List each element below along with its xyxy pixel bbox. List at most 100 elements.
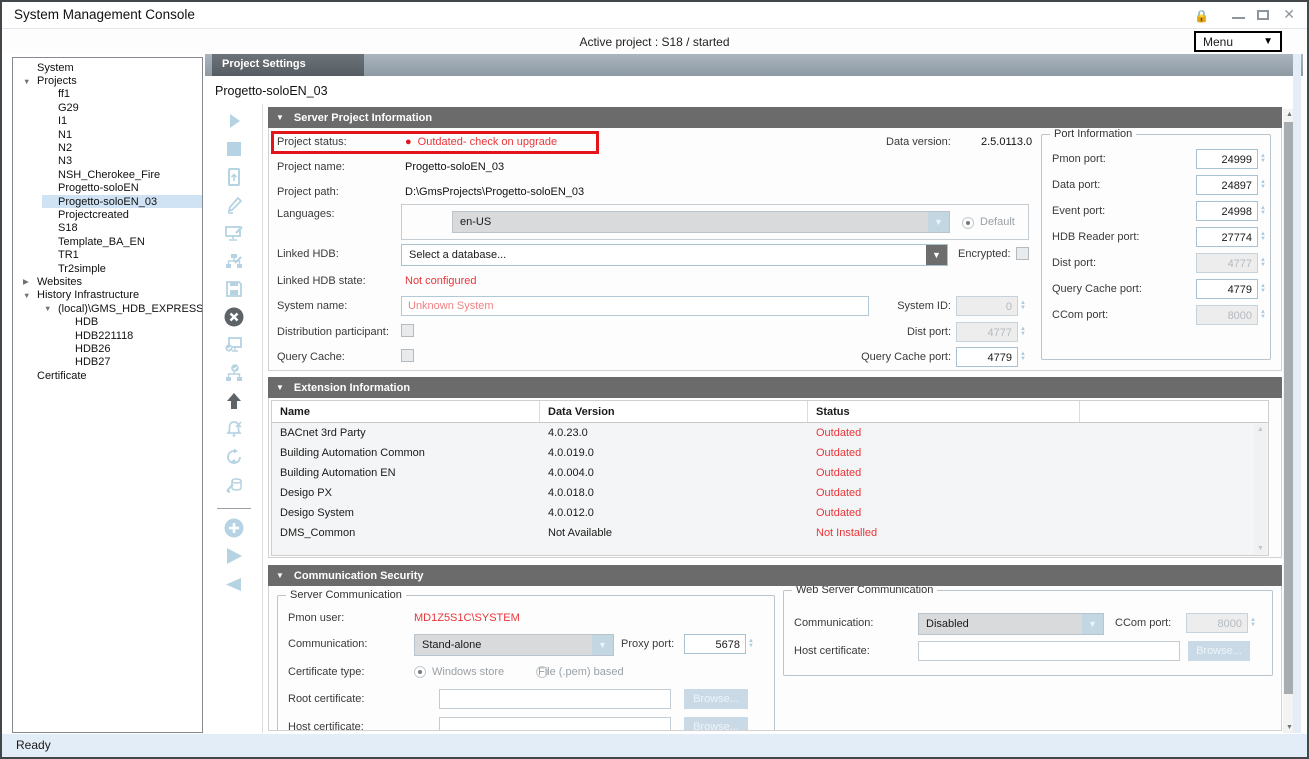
- spinner-arrows-icon[interactable]: ▲▼: [1248, 618, 1256, 628]
- maximize-button[interactable]: [1257, 10, 1269, 20]
- encrypted-checkbox[interactable]: [1016, 247, 1029, 260]
- host-certificate-input[interactable]: [439, 717, 671, 731]
- spinner-arrows-icon[interactable]: ▲▼: [1258, 232, 1266, 242]
- server-communication-dropdown[interactable]: Stand-alone ▼: [414, 634, 614, 656]
- dropdown-arrow-icon[interactable]: ▼: [928, 212, 949, 232]
- tree-item-certificate[interactable]: Certificate: [13, 369, 202, 382]
- edit-system-icon[interactable]: [222, 222, 246, 244]
- root-certificate-browse-button[interactable]: Browse...: [684, 689, 748, 709]
- tree-item-progetto-soloen[interactable]: Progetto-soloEN: [13, 182, 202, 195]
- tree-item-projectcreated[interactable]: Projectcreated: [13, 208, 202, 221]
- start-icon[interactable]: [222, 110, 246, 132]
- upgrade-project-icon[interactable]: [222, 390, 246, 412]
- tree-item-i1[interactable]: I1: [13, 115, 202, 128]
- dropdown-arrow-icon[interactable]: ▼: [926, 245, 947, 265]
- tree-item-websites[interactable]: ▶Websites: [13, 275, 202, 288]
- spinner-arrows-icon[interactable]: ▲▼: [1258, 258, 1266, 268]
- activate-icon[interactable]: [222, 545, 246, 567]
- tree-item-projects[interactable]: ▼Projects: [13, 74, 202, 87]
- event-port-spinner[interactable]: 24998▲▼: [1196, 201, 1266, 221]
- tree-item-nsh-cherokee-fire[interactable]: NSH_Cherokee_Fire: [13, 168, 202, 181]
- expander-down-icon[interactable]: ▼: [42, 304, 58, 313]
- tree-item-hdb[interactable]: HDB: [13, 315, 202, 328]
- check-network-icon[interactable]: [222, 362, 246, 384]
- tree-item-s18[interactable]: S18: [13, 222, 202, 235]
- collapse-icon[interactable]: ▼: [276, 383, 284, 392]
- dist-port-group-spinner[interactable]: 4777▲▼: [1196, 253, 1266, 273]
- ccom-port-spinner[interactable]: 8000▲▼: [1196, 305, 1266, 325]
- system-name-input[interactable]: Unknown System: [401, 296, 869, 316]
- query-cache-checkbox[interactable]: [401, 349, 414, 362]
- tree-item-ff1[interactable]: ff1: [13, 88, 202, 101]
- tree-item-progetto-soloen-03-selected[interactable]: Progetto-soloEN_03: [13, 195, 202, 208]
- collapse-icon[interactable]: ▼: [276, 571, 284, 580]
- dropdown-arrow-icon[interactable]: ▼: [592, 635, 613, 655]
- edit-distribution-icon[interactable]: [222, 250, 246, 272]
- web-communication-dropdown[interactable]: Disabled ▼: [918, 613, 1104, 635]
- restore-project-icon[interactable]: [222, 166, 246, 188]
- distribution-participant-checkbox[interactable]: [401, 324, 414, 337]
- web-ccom-port-spinner[interactable]: 8000 ▲▼: [1186, 613, 1256, 633]
- dropdown-arrow-icon[interactable]: ▼: [1082, 614, 1103, 634]
- column-data-version[interactable]: Data Version: [540, 401, 808, 422]
- tab-project-settings[interactable]: Project Settings: [212, 54, 364, 76]
- linked-hdb-dropdown[interactable]: Select a database... ▼: [401, 244, 948, 266]
- expander-down-icon[interactable]: ▼: [21, 77, 37, 86]
- spinner-arrows-icon[interactable]: ▲▼: [1258, 180, 1266, 190]
- scroll-down-icon[interactable]: ▼: [1257, 545, 1264, 552]
- tree-item-n3[interactable]: N3: [13, 155, 202, 168]
- tree-item-tr2simple[interactable]: Tr2simple: [13, 262, 202, 275]
- web-host-certificate-browse-button[interactable]: Browse...: [1188, 641, 1250, 661]
- extension-information-header[interactable]: ▼ Extension Information: [268, 377, 1282, 398]
- spinner-arrows-icon[interactable]: ▲▼: [1258, 154, 1266, 164]
- hdb-reader-port-spinner[interactable]: 27774▲▼: [1196, 227, 1266, 247]
- tree-item-g29[interactable]: G29: [13, 101, 202, 114]
- tree-item-hdb26[interactable]: HDB26: [13, 342, 202, 355]
- spinner-arrows-icon[interactable]: ▲▼: [1258, 284, 1266, 294]
- tree-item-tr1[interactable]: TR1: [13, 248, 202, 261]
- tree-item-hdb27[interactable]: HDB27: [13, 356, 202, 369]
- deactivate-icon[interactable]: [222, 573, 246, 595]
- host-certificate-browse-button[interactable]: Browse...: [684, 717, 748, 731]
- dist-port-spinner[interactable]: 4777 ▲▼: [956, 322, 1026, 342]
- proxy-port-spinner[interactable]: 5678 ▲▼: [684, 634, 754, 654]
- tree-item-template-ba-en[interactable]: Template_BA_EN: [13, 235, 202, 248]
- spinner-arrows-icon[interactable]: ▲▼: [1018, 352, 1026, 362]
- close-button[interactable]: ✕: [1283, 6, 1295, 23]
- language-dropdown[interactable]: en-US ▼: [452, 211, 950, 233]
- stop-icon[interactable]: [222, 138, 246, 160]
- table-row[interactable]: Desigo PX 4.0.018.0 Outdated: [272, 483, 1268, 503]
- cancel-icon[interactable]: [222, 306, 246, 328]
- cleanup-database-icon[interactable]: [222, 474, 246, 496]
- expander-right-icon[interactable]: ▶: [21, 277, 37, 286]
- menu-dropdown[interactable]: Menu ▼: [1194, 31, 1282, 52]
- minimize-button[interactable]: [1232, 17, 1245, 19]
- spinner-arrows-icon[interactable]: ▲▼: [1018, 327, 1026, 337]
- system-id-spinner[interactable]: 0 ▲▼: [956, 296, 1026, 316]
- root-certificate-input[interactable]: [439, 689, 671, 709]
- table-row[interactable]: DMS_Common Not Available Not Installed: [272, 523, 1268, 543]
- tree-item-system[interactable]: System: [13, 61, 202, 74]
- disable-notifications-icon[interactable]: [222, 418, 246, 440]
- table-row[interactable]: Building Automation Common 4.0.019.0 Out…: [272, 443, 1268, 463]
- spinner-arrows-icon[interactable]: ▲▼: [1258, 206, 1266, 216]
- default-language-radio[interactable]: [962, 217, 974, 229]
- column-status[interactable]: Status: [808, 401, 1080, 422]
- tree-item-n1[interactable]: N1: [13, 128, 202, 141]
- table-row[interactable]: BACnet 3rd Party 4.0.23.0 Outdated: [272, 423, 1268, 443]
- scroll-up-icon[interactable]: ▲: [1257, 426, 1264, 433]
- add-icon[interactable]: [222, 517, 246, 539]
- tree-item-hdb221118[interactable]: HDB221118: [13, 329, 202, 342]
- tree-item-n2[interactable]: N2: [13, 141, 202, 154]
- table-row[interactable]: Building Automation EN 4.0.004.0 Outdate…: [272, 463, 1268, 483]
- tree-item-history-infrastructure[interactable]: ▼History Infrastructure: [13, 289, 202, 302]
- spinner-arrows-icon[interactable]: ▲▼: [1018, 301, 1026, 311]
- query-cache-port-spinner[interactable]: 4779 ▲▼: [956, 347, 1026, 367]
- restore-history-icon[interactable]: [222, 446, 246, 468]
- query-cache-port-group-spinner[interactable]: 4779▲▼: [1196, 279, 1266, 299]
- spinner-arrows-icon[interactable]: ▲▼: [1258, 310, 1266, 320]
- check-computer-icon[interactable]: [222, 334, 246, 356]
- collapse-icon[interactable]: ▼: [276, 113, 284, 122]
- spinner-arrows-icon[interactable]: ▲▼: [746, 639, 754, 649]
- table-row[interactable]: Desigo System 4.0.012.0 Outdated: [272, 503, 1268, 523]
